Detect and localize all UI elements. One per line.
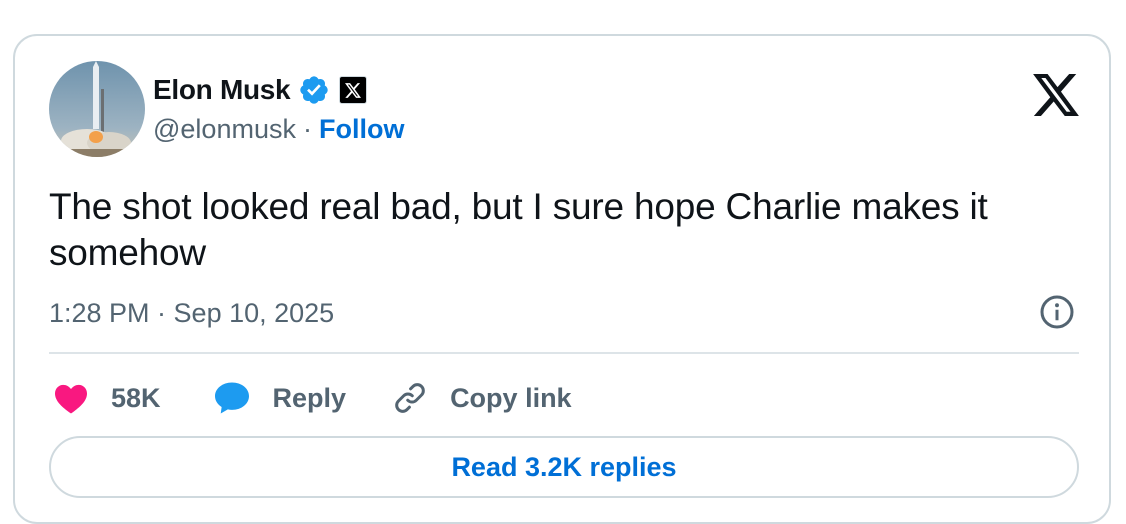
reply-button[interactable]: Reply [213,381,347,415]
copy-link-label: Copy link [450,382,572,413]
action-bar: 58K Reply Copy link [53,374,572,422]
author-handle[interactable]: @elonmusk [153,114,296,145]
like-count: 58K [111,382,161,413]
heart-icon [55,384,87,414]
reply-bubble-icon [214,382,249,414]
author-name-row: Elon Musk [153,72,368,108]
read-replies-button[interactable]: Read 3.2K replies [49,436,1079,498]
x-affiliation-icon [339,76,368,104]
author-name[interactable]: Elon Musk [153,74,291,106]
handle-separator: · [302,114,312,144]
copy-link-button[interactable]: Copy link [392,380,572,416]
like-button[interactable]: 58K [53,382,161,414]
info-icon[interactable] [1039,294,1075,330]
x-logo-icon[interactable] [1033,74,1079,116]
tweet-text: The shot looked real bad, but I sure hop… [49,186,988,273]
author-handle-row: @elonmusk · Follow [153,114,404,145]
tweet-timestamp[interactable]: 1:28 PM · Sep 10, 2025 [49,298,334,329]
follow-button[interactable]: Follow [319,114,404,145]
author-avatar[interactable] [49,61,145,157]
reply-label: Reply [272,382,347,413]
verified-badge-icon [300,76,328,104]
divider [49,352,1079,354]
link-icon [395,383,425,413]
tweet-card: Elon Musk @elonmusk · Follow The shot lo… [13,34,1111,524]
